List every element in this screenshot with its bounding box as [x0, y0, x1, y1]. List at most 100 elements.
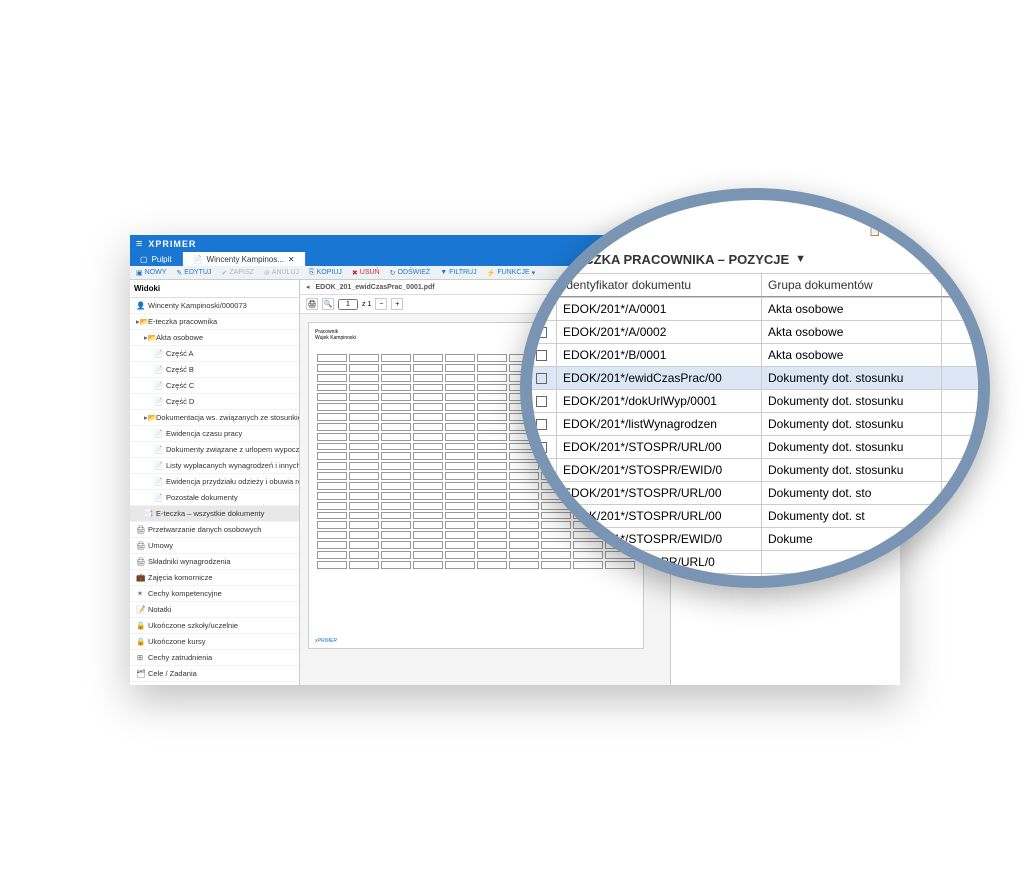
- email-button[interactable]: ✉ EMAIL: [946, 226, 987, 237]
- tab-pulpit[interactable]: ▢ Pulpit: [130, 252, 183, 266]
- tree-icon: ✶: [136, 589, 144, 598]
- menu-icon[interactable]: ≡: [136, 238, 142, 250]
- zoom-icon[interactable]: 🔍: [322, 298, 334, 310]
- tree-icon: 🖨: [136, 557, 144, 566]
- mag-row[interactable]: EDOK/201*/STOSPR/EWID/0Dokume: [527, 527, 990, 550]
- mag-row[interactable]: EDOK/201*/A/0002Akta osobowe: [527, 320, 990, 343]
- zadania-button[interactable]: 📋 ZADANIA ▾: [869, 226, 935, 237]
- mag-row[interactable]: EDOK/201*/listWynagrodzenDokumenty dot. …: [527, 412, 990, 435]
- row-checkbox[interactable]: [536, 442, 547, 453]
- tree-item[interactable]: 🔒Ukończone szkoły/uczelnie: [130, 618, 299, 634]
- mag-row[interactable]: EDOK/201*/STOSPR/URL/00Dokumenty dot. st…: [527, 481, 990, 504]
- app-logo: XPRIMER: [148, 239, 196, 249]
- tree-item[interactable]: 🖨Przetwarzanie danych osobowych: [130, 522, 299, 538]
- tree-icon: 📑: [144, 509, 152, 518]
- tree-icon: 📄: [154, 493, 162, 502]
- zoom-out-button[interactable]: −: [375, 298, 387, 310]
- tree-icon: 📄: [154, 461, 162, 470]
- mag-row[interactable]: EDOK/201*/STOSPR/EWID/0Dokumenty dot. st…: [527, 458, 990, 481]
- tree-item[interactable]: ✶Cechy kompetencyjne: [130, 586, 299, 602]
- row-checkbox[interactable]: [536, 373, 547, 384]
- tree-item[interactable]: 🖨Składniki wynagrodzenia: [130, 554, 299, 570]
- tree-item[interactable]: 📄Listy wypłacanych wynagrodzeń i innych …: [130, 458, 299, 474]
- tree-item[interactable]: ⊞Cechy zatrudnienia: [130, 650, 299, 666]
- mag-row[interactable]: EDOK/201*/STOSPR/URL/00Dokumenty dot. st…: [527, 435, 990, 458]
- tb-kopiuj[interactable]: ⎘ KOPIUJ: [309, 269, 342, 277]
- row-checkbox[interactable]: [536, 350, 547, 361]
- row-checkbox[interactable]: [536, 465, 547, 476]
- mag-wszystkie[interactable]: Wszys: [947, 274, 982, 288]
- tb-usun[interactable]: ✖ USUŃ: [352, 269, 380, 277]
- tree-item[interactable]: ▸📂Akta osobowe: [130, 330, 299, 346]
- tree-item[interactable]: 🖨Umowy: [130, 538, 299, 554]
- tb-edytuj[interactable]: ✎ EDYTUJ: [176, 269, 211, 277]
- tree-item[interactable]: 📄Część A: [130, 346, 299, 362]
- tree-item[interactable]: 🗂Cele / Zadania: [130, 666, 299, 682]
- tree-item[interactable]: 📄Pozostałe dokumenty: [130, 490, 299, 506]
- magnifier: 📋 ZADANIA ▾ ✉ EMAIL ⚙ E-TECZKA PRACOWNIK…: [520, 188, 990, 588]
- tree-item[interactable]: 📄Dokumenty związane z urlopem wypoczynko…: [130, 442, 299, 458]
- pdf-footer-brand: xPRIMER: [315, 638, 337, 644]
- tree-icon: 👤: [136, 301, 144, 310]
- mag-title: ⚙ E-TECZKA PRACOWNIKA – POZYCJE ▼: [527, 245, 990, 273]
- tb-anuluj: ⊘ ANULUJ: [264, 269, 299, 277]
- tree-item[interactable]: ▸📂E-teczka pracownika: [130, 314, 299, 330]
- tree-icon: ▸📂: [144, 333, 152, 342]
- tree-icon: 📄: [154, 477, 162, 486]
- mag-row[interactable]: EDOK/201*/B/0001Akta osobowe: [527, 343, 990, 366]
- tree-item[interactable]: 📝Notatki: [130, 602, 299, 618]
- page-input[interactable]: [338, 299, 358, 310]
- mag-row[interactable]: EDOK/201*/STOSPR/URL/00Dokumenty dot. st: [527, 504, 990, 527]
- row-checkbox[interactable]: [536, 327, 547, 338]
- tree-item[interactable]: 📄Część D: [130, 394, 299, 410]
- tree-icon: ▸📂: [144, 413, 152, 422]
- tree-icon: 📝: [136, 605, 144, 614]
- tb-nowy[interactable]: ▣ NOWY: [136, 269, 166, 277]
- tree-item[interactable]: 📄Część C: [130, 378, 299, 394]
- tree-icon: 🗂: [136, 669, 144, 678]
- select-all-checkbox[interactable]: [536, 280, 547, 291]
- row-checkbox[interactable]: [536, 419, 547, 430]
- tree-icon: 🖨: [136, 541, 144, 550]
- tree-item[interactable]: 💼Zajęcia komornicze: [130, 570, 299, 586]
- dropdown-icon[interactable]: ▼: [795, 253, 806, 265]
- print-icon[interactable]: 🖨: [306, 298, 318, 310]
- tree-item[interactable]: 🗂Odbyte szkolenia: [130, 682, 299, 685]
- mag-header-row: Identyfikator dokumentu Grupa dokumentów: [527, 273, 990, 297]
- tree-item[interactable]: 👤Wincenty Kampinoski/000073: [130, 298, 299, 314]
- tree-item[interactable]: 📑E-teczka – wszystkie dokumenty: [130, 506, 299, 522]
- row-checkbox[interactable]: [536, 511, 547, 522]
- tab-employee[interactable]: 📄 Wincenty Kampinos... ✕: [183, 252, 306, 266]
- tree-icon: 💼: [136, 573, 144, 582]
- tree-icon: 📄: [154, 445, 162, 454]
- tree-icon: 📄: [154, 381, 162, 390]
- gear-icon[interactable]: ⚙: [537, 251, 549, 267]
- tree-icon: ▸📂: [136, 317, 144, 326]
- row-checkbox[interactable]: [536, 557, 547, 568]
- row-checkbox[interactable]: [536, 534, 547, 545]
- tb-odswiez[interactable]: ↻ ODŚWIEŻ: [390, 269, 431, 277]
- row-checkbox[interactable]: [536, 396, 547, 407]
- tree-item[interactable]: 📄Część B: [130, 362, 299, 378]
- tree-item[interactable]: 📄Ewidencja czasu pracy: [130, 426, 299, 442]
- mag-row[interactable]: EDOK/201*/A/0001Akta osobowe: [527, 297, 990, 320]
- collapse-icon[interactable]: ◂: [306, 283, 310, 291]
- mag-row[interactable]: EDOK/201*/dokUrlWyp/0001Dokumenty dot. s…: [527, 389, 990, 412]
- mag-top-actions: 📋 ZADANIA ▾ ✉ EMAIL: [527, 222, 990, 245]
- tree-item[interactable]: 📄Ewidencja przydziału odzieży i obuwia r…: [130, 474, 299, 490]
- tb-zapisz: ✔ ZAPISZ: [222, 269, 254, 277]
- tree-icon: 🔒: [136, 637, 144, 646]
- tree-icon: 📄: [154, 397, 162, 406]
- tree-item[interactable]: ▸📂Dokumentacja ws. związanych ze stosunk…: [130, 410, 299, 426]
- tb-funkcje[interactable]: ⚡ FUNKCJE ▾: [487, 269, 536, 277]
- mag-row[interactable]: EDOK/201*/STOSPR/URL/0: [527, 550, 990, 573]
- tb-filtruj[interactable]: ▼ FILTRUJ: [440, 269, 476, 276]
- row-checkbox[interactable]: [536, 304, 547, 315]
- tree-item[interactable]: 🔒Ukończone kursy: [130, 634, 299, 650]
- page-total: z 1: [362, 301, 371, 308]
- mag-row[interactable]: EDOK/201*/ewidCzasPrac/00Dokumenty dot. …: [527, 366, 990, 389]
- nav-tree: 👤Wincenty Kampinoski/000073▸📂E-teczka pr…: [130, 298, 299, 685]
- tree-icon: 📄: [154, 349, 162, 358]
- row-checkbox[interactable]: [536, 488, 547, 499]
- zoom-in-button[interactable]: +: [391, 298, 403, 310]
